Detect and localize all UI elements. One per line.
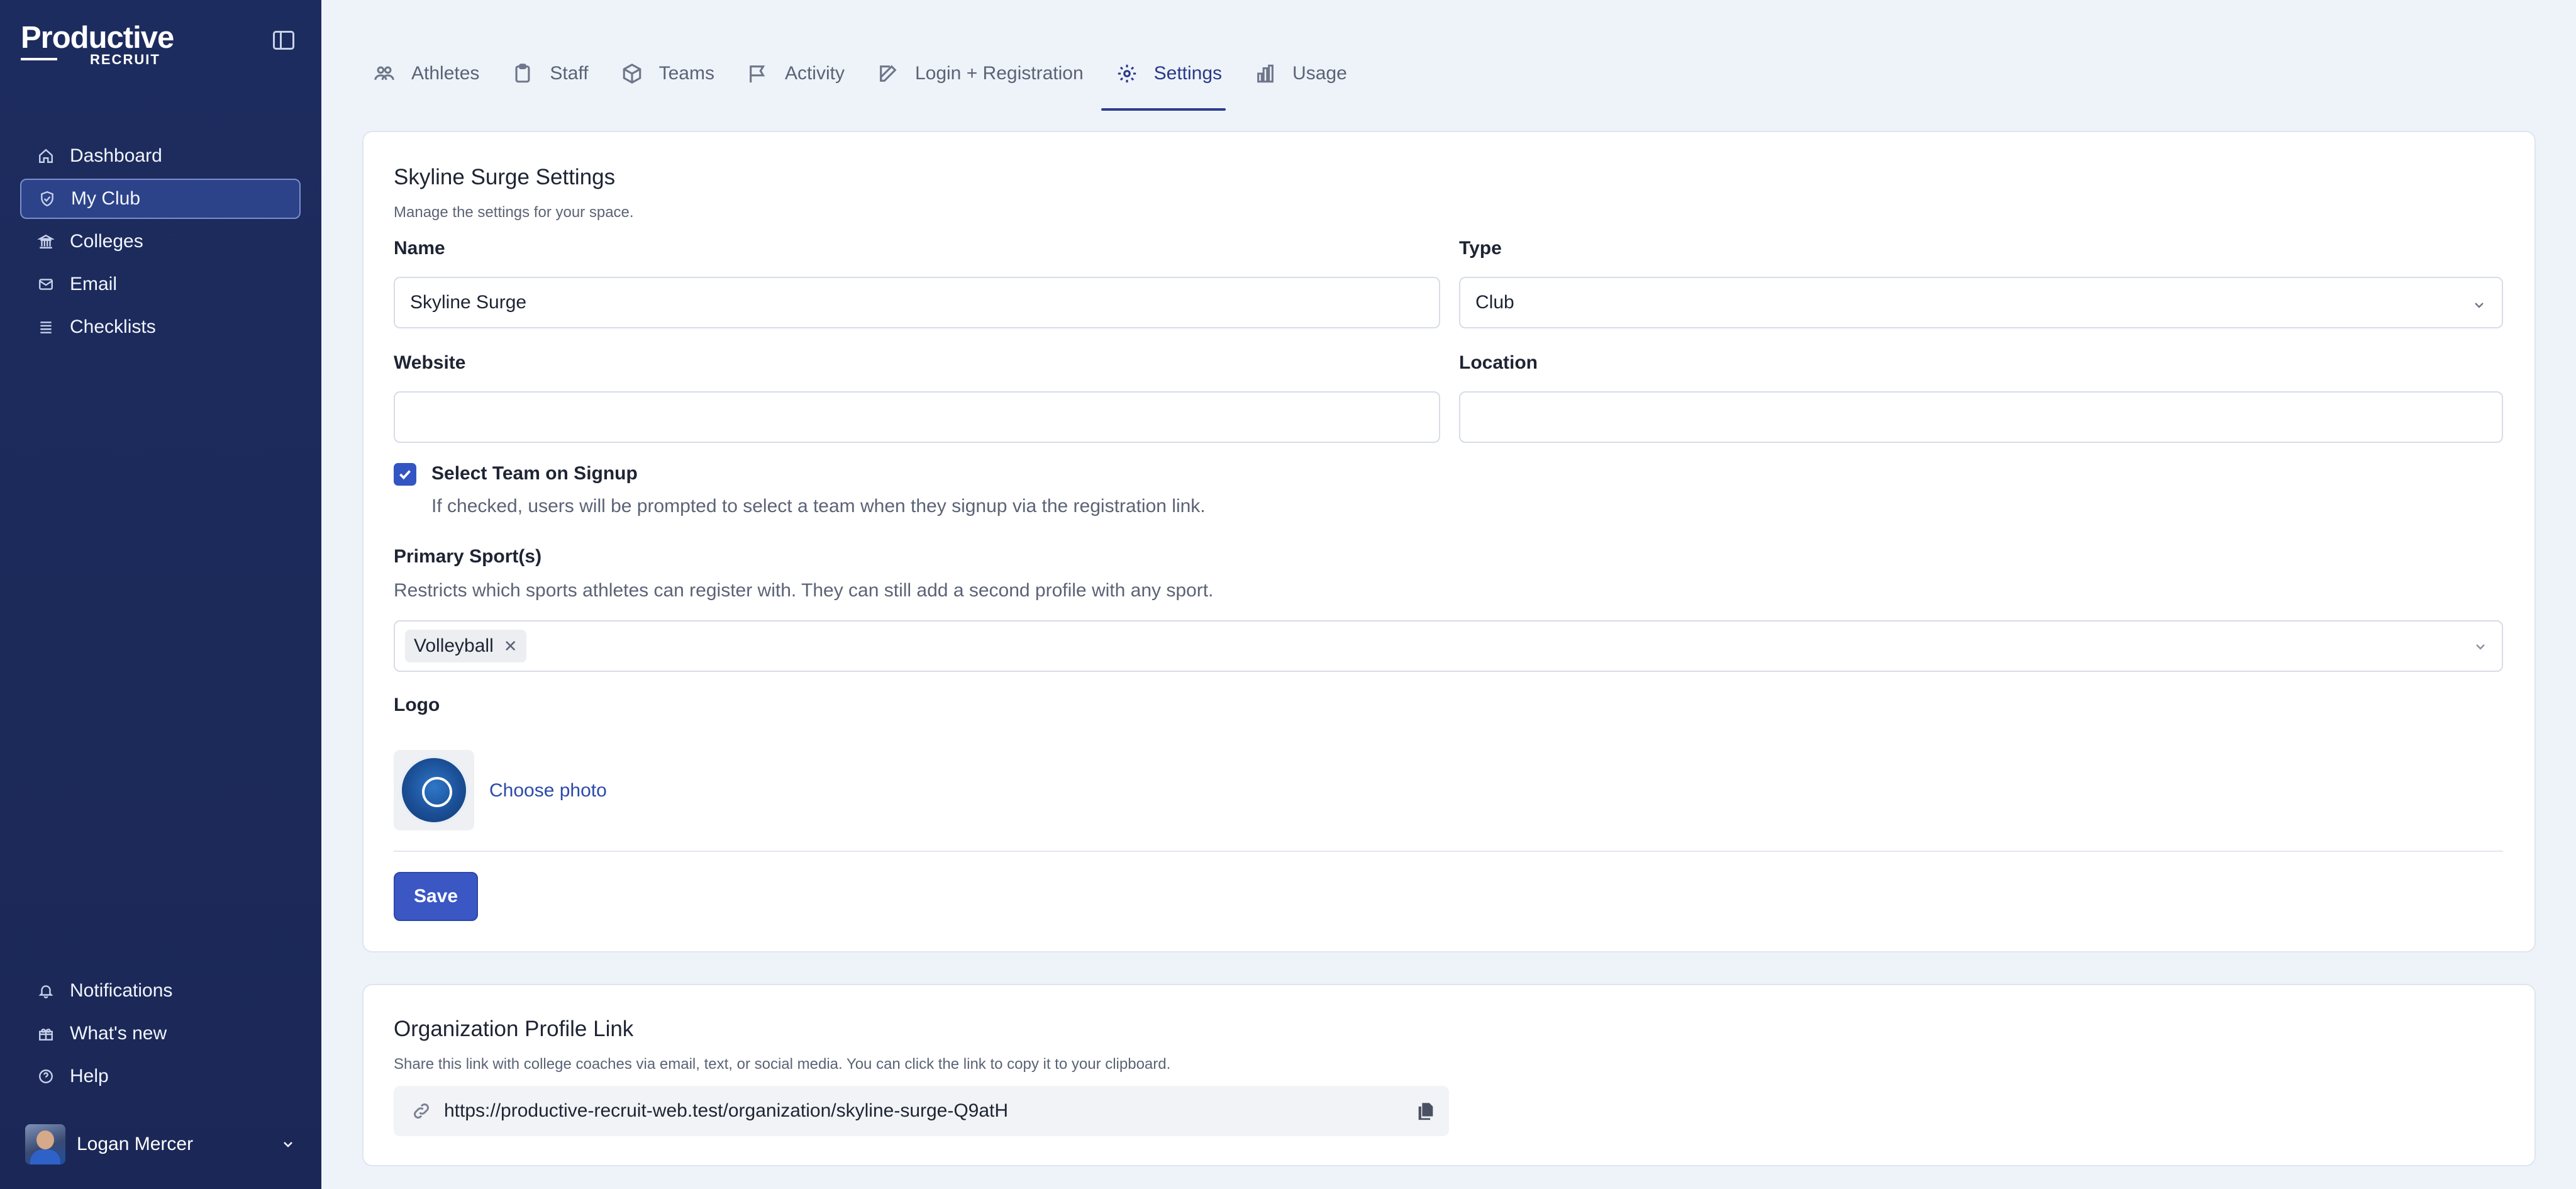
sidebar-item-label: Email: [70, 274, 118, 294]
users-icon: [374, 63, 395, 84]
gear-icon: [1116, 63, 1138, 84]
check-icon: [399, 470, 411, 480]
sidebar-item-label: Colleges: [70, 231, 143, 252]
sidebar-item-label: Notifications: [70, 980, 173, 1001]
club-logo-preview: [394, 750, 474, 830]
sidebar-item-label: Dashboard: [70, 145, 162, 166]
tab-activity[interactable]: Activity: [747, 57, 845, 111]
copy-icon[interactable]: [1415, 1100, 1436, 1122]
logo-underline: [21, 58, 57, 60]
select-team-checkbox[interactable]: [394, 463, 416, 486]
logo-label: Logo: [394, 695, 440, 715]
tab-label: Athletes: [411, 63, 480, 84]
location-label: Location: [1459, 352, 1538, 373]
choose-photo-link[interactable]: Choose photo: [489, 780, 607, 801]
club-tabs: Athletes Staff Teams Activity Login + Re…: [374, 57, 1380, 111]
tab-usage[interactable]: Usage: [1255, 57, 1347, 111]
sidebar-item-whats-new[interactable]: What's new: [20, 1013, 301, 1054]
chevron-down-icon: [2472, 296, 2487, 311]
settings-subtitle: Manage the settings for your space.: [394, 204, 634, 221]
tab-teams[interactable]: Teams: [621, 57, 714, 111]
sports-multiselect[interactable]: Volleyball ✕: [394, 620, 2503, 672]
tab-label: Teams: [658, 63, 714, 84]
app-logo[interactable]: Productive RECRUIT: [21, 21, 174, 67]
remove-chip-icon[interactable]: ✕: [504, 637, 518, 656]
tab-label: Login + Registration: [914, 63, 1084, 84]
sidebar-toggle-icon[interactable]: [273, 31, 294, 50]
name-field[interactable]: Skyline Surge: [394, 277, 1440, 328]
tab-label: Settings: [1153, 63, 1223, 84]
sidebar-item-label: My Club: [71, 188, 141, 209]
chevron-down-icon: [280, 1137, 296, 1152]
website-field[interactable]: [394, 391, 1440, 443]
sidebar: Productive RECRUIT Dashboard My Club Col…: [0, 0, 321, 1189]
bar-chart-icon: [1255, 63, 1276, 84]
profile-link-copy[interactable]: https://productive-recruit-web.test/orga…: [394, 1086, 1449, 1136]
chevron-down-icon: [2473, 639, 2488, 654]
sidebar-item-my-club[interactable]: My Club: [20, 179, 301, 219]
profile-link-card: Organization Profile Link Share this lin…: [362, 984, 2536, 1166]
tab-staff[interactable]: Staff: [512, 57, 589, 111]
sidebar-bottom-nav: Notifications What's new Help: [20, 971, 301, 1099]
mail-icon: [38, 276, 54, 293]
logo-subtitle: RECRUIT: [90, 52, 160, 67]
tab-label: Staff: [550, 63, 589, 84]
tab-settings[interactable]: Settings: [1101, 57, 1226, 111]
building-icon: [38, 233, 54, 250]
location-field[interactable]: [1459, 391, 2503, 443]
sidebar-item-checklists[interactable]: Checklists: [20, 307, 301, 347]
sidebar-item-label: What's new: [70, 1023, 167, 1044]
select-team-description: If checked, users will be prompted to se…: [431, 496, 1206, 516]
gift-icon: [38, 1025, 54, 1042]
link-icon: [411, 1101, 431, 1121]
bell-icon: [38, 983, 54, 999]
sidebar-item-email[interactable]: Email: [20, 264, 301, 304]
sidebar-item-colleges[interactable]: Colleges: [20, 221, 301, 262]
tab-label: Activity: [784, 63, 845, 84]
type-value: Club: [1475, 292, 1514, 313]
divider: [394, 851, 2503, 852]
settings-card: Skyline Surge Settings Manage the settin…: [362, 131, 2536, 952]
profile-link-title: Organization Profile Link: [394, 1017, 634, 1041]
shield-icon: [39, 191, 55, 207]
club-logo-image: [399, 756, 469, 825]
sidebar-item-notifications[interactable]: Notifications: [20, 971, 301, 1011]
tab-athletes[interactable]: Athletes: [374, 57, 479, 111]
name-value: Skyline Surge: [410, 292, 527, 313]
sports-label: Primary Sport(s): [394, 546, 542, 567]
sidebar-item-label: Checklists: [70, 316, 156, 337]
sport-chip-label: Volleyball: [414, 635, 494, 656]
clipboard-icon: [512, 63, 533, 84]
cube-icon: [621, 63, 643, 84]
pencil-icon: [877, 63, 899, 84]
save-button[interactable]: Save: [394, 872, 478, 921]
user-menu[interactable]: Logan Mercer: [25, 1122, 296, 1166]
settings-title: Skyline Surge Settings: [394, 165, 616, 189]
sidebar-item-help[interactable]: Help: [20, 1056, 301, 1097]
profile-link-url: https://productive-recruit-web.test/orga…: [444, 1100, 1009, 1121]
avatar: [25, 1124, 65, 1164]
list-icon: [38, 319, 54, 335]
select-team-label[interactable]: Select Team on Signup: [431, 463, 638, 484]
sidebar-nav: Dashboard My Club Colleges Email Checkli…: [20, 136, 301, 350]
flag-icon: [747, 63, 769, 84]
help-circle-icon: [38, 1068, 54, 1085]
type-select[interactable]: Club: [1459, 277, 2503, 328]
type-label: Type: [1459, 238, 1502, 259]
sport-chip: Volleyball ✕: [405, 630, 526, 662]
home-icon: [38, 148, 54, 164]
name-label: Name: [394, 238, 445, 259]
website-label: Website: [394, 352, 466, 373]
profile-link-subtitle: Share this link with college coaches via…: [394, 1056, 1171, 1073]
sidebar-item-dashboard[interactable]: Dashboard: [20, 136, 301, 176]
logo-word: Productive: [21, 21, 174, 55]
tab-login-registration[interactable]: Login + Registration: [877, 57, 1084, 111]
user-name: Logan Mercer: [77, 1134, 194, 1154]
sidebar-item-label: Help: [70, 1066, 109, 1086]
sports-description: Restricts which sports athletes can regi…: [394, 580, 1214, 601]
tab-label: Usage: [1292, 63, 1347, 84]
